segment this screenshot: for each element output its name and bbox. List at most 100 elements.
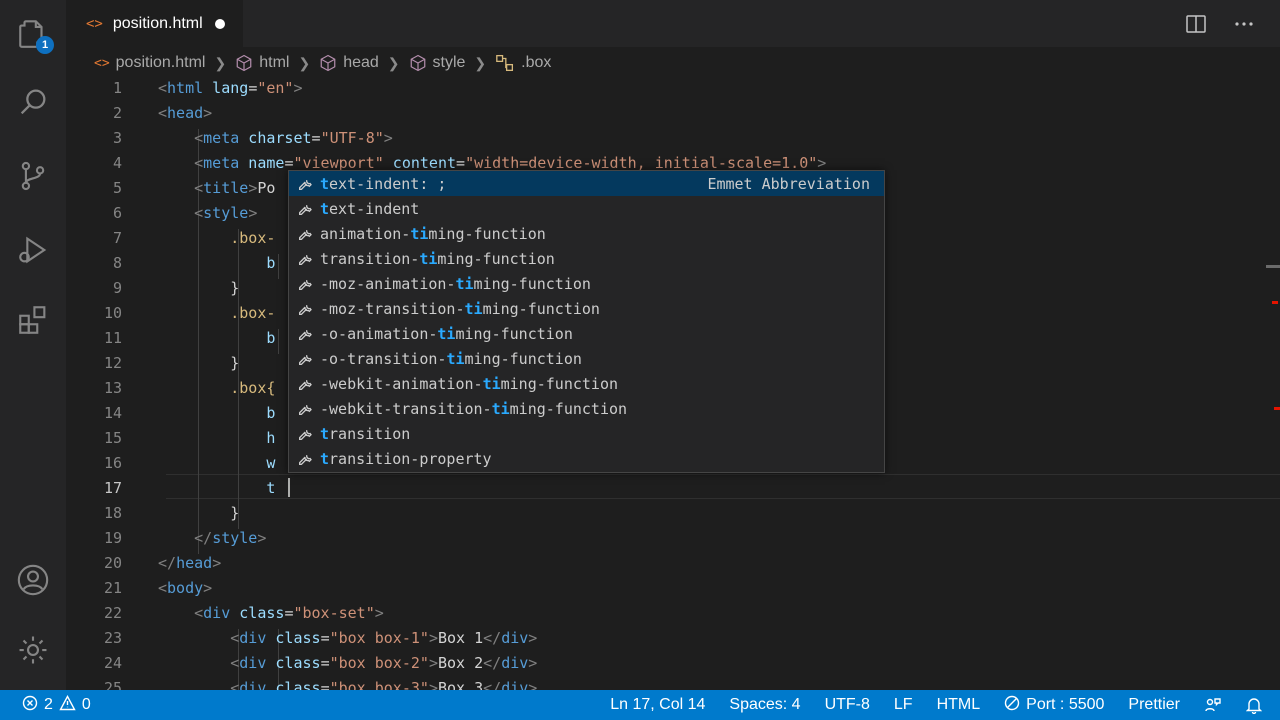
suggestion-item[interactable]: t ext-indent — [289, 196, 884, 221]
suggestion-item[interactable]: -webkit-animation-ti ming-function — [289, 371, 884, 396]
line-number: 19 — [103, 529, 122, 547]
line-number: 10 — [103, 304, 122, 322]
match-highlight: t — [320, 199, 330, 218]
match-highlight: ti — [482, 374, 501, 393]
wrench-icon — [294, 301, 316, 317]
suggestion-item[interactable]: t ransition-property — [289, 446, 884, 471]
search-icon[interactable] — [13, 82, 53, 122]
split-editor-icon[interactable] — [1184, 12, 1208, 36]
line-number: 9 — [112, 279, 122, 297]
chevron-right-icon: ❯ — [214, 54, 227, 71]
line-number: 21 — [103, 579, 122, 597]
error-marker — [1274, 407, 1280, 410]
suggestion-label: ming-function — [473, 274, 591, 293]
notifications-bell-icon[interactable] — [1246, 696, 1262, 714]
breadcrumb-head[interactable]: head ❯ — [319, 54, 408, 72]
suggestion-label: ming-function — [500, 374, 619, 393]
code-token: name — [239, 154, 285, 172]
line-number: 7 — [112, 229, 122, 247]
suggestion-item[interactable]: -o-animation-ti ming-function — [289, 321, 884, 346]
line-number: 6 — [112, 204, 122, 222]
suggestion-item[interactable]: t ext-indent: ; Emmet Abbreviation — [289, 171, 884, 196]
suggestion-item[interactable]: -o-transition-ti ming-function — [289, 346, 884, 371]
code-token: head — [176, 554, 213, 572]
code-token: div — [501, 679, 529, 690]
breadcrumb-file[interactable]: <> position.html ❯ — [94, 54, 235, 72]
extensions-icon[interactable] — [13, 300, 53, 340]
wrench-icon — [294, 326, 316, 342]
settings-gear-icon[interactable] — [13, 630, 53, 670]
code-token: title — [203, 179, 249, 197]
code-token: b — [266, 329, 276, 347]
scrollbar-thumb[interactable] — [1266, 265, 1280, 268]
line-number: 1 — [112, 79, 122, 97]
line-number: 4 — [112, 154, 122, 172]
match-highlight: ti — [464, 299, 483, 318]
code-token: w — [266, 454, 276, 472]
breadcrumb-label: style — [432, 54, 466, 71]
suggestion-label: -o-animation- — [320, 324, 438, 343]
suggestion-item[interactable]: -webkit-transition-ti ming-function — [289, 396, 884, 421]
indentation[interactable]: Spaces: 4 — [729, 696, 800, 714]
line-number: 13 — [103, 379, 122, 397]
source-control-icon[interactable] — [13, 156, 53, 196]
code-token: "box box-3" — [329, 679, 429, 690]
suggestion-item[interactable]: t ransition — [289, 421, 884, 446]
breadcrumb-box[interactable]: .box — [495, 54, 551, 72]
breadcrumb-html[interactable]: html ❯ — [235, 54, 319, 72]
prettier-formatter[interactable]: Prettier — [1128, 696, 1180, 714]
problems-indicator[interactable]: 2 0 — [22, 694, 91, 716]
tab-position-html[interactable]: <> position.html — [66, 0, 243, 47]
code-line: 18 } — [66, 501, 1280, 526]
code-token: div — [239, 679, 267, 690]
code-token: div — [203, 604, 231, 622]
line-number: 17 — [103, 479, 122, 497]
language-mode[interactable]: HTML — [937, 696, 981, 714]
run-debug-icon[interactable] — [13, 230, 53, 270]
suggestion-label: ming-function — [455, 324, 573, 343]
line-number: 8 — [112, 254, 122, 272]
code-token: Box 1 — [437, 629, 484, 647]
code-token: h — [266, 429, 276, 447]
code-line: 24 <div class="box box-2">Box 2</div> — [66, 651, 1280, 676]
suggestion-item[interactable]: -moz-animation-ti ming-function — [289, 271, 884, 296]
line-number: 15 — [103, 429, 122, 447]
account-icon[interactable] — [13, 560, 53, 600]
suggestion-item[interactable]: animation-ti ming-function — [289, 221, 884, 246]
match-highlight: t — [320, 424, 330, 443]
suggestion-item[interactable]: transition-ti ming-function — [289, 246, 884, 271]
feedback-icon[interactable] — [1204, 696, 1222, 714]
unsaved-dot-icon[interactable] — [214, 18, 225, 29]
wrench-icon — [294, 276, 316, 292]
code-token: .box{ — [230, 379, 276, 397]
line-ending[interactable]: LF — [894, 696, 913, 714]
line-number: 14 — [103, 404, 122, 422]
suggestion-label: -webkit-transition- — [320, 399, 492, 418]
breadcrumb-label: head — [343, 54, 379, 71]
more-actions-icon[interactable] — [1232, 12, 1256, 36]
html-file-icon: <> — [86, 15, 103, 32]
code-line-active: 17 t — [66, 476, 1280, 501]
code-token: meta — [203, 129, 240, 147]
suggestion-label: ransition — [329, 424, 411, 443]
suggestion-item[interactable]: -moz-transition-ti ming-function — [289, 296, 884, 321]
encoding[interactable]: UTF-8 — [825, 696, 870, 714]
suggestion-label: ext-indent — [329, 199, 420, 218]
code-token: "UTF-8" — [320, 129, 384, 147]
code-line: 1 <html lang="en"> — [66, 79, 1280, 101]
css-selector-icon — [495, 54, 515, 72]
match-highlight: ti — [491, 399, 510, 418]
match-highlight: ti — [437, 324, 456, 343]
chevron-right-icon: ❯ — [474, 54, 487, 71]
code-token: } — [230, 354, 240, 372]
breadcrumb-style[interactable]: style ❯ — [409, 54, 496, 72]
line-number: 12 — [103, 354, 122, 372]
code-token: Po — [257, 179, 276, 197]
live-server-port[interactable]: Port : 5500 — [1004, 695, 1104, 716]
code-token: div — [501, 629, 529, 647]
code-token: lang — [203, 79, 249, 97]
code-token: t — [266, 479, 276, 497]
cursor-position[interactable]: Ln 17, Col 14 — [610, 696, 705, 714]
suggestion-label: -moz-animation- — [320, 274, 456, 293]
breadcrumb-file-label: position.html — [115, 54, 206, 71]
